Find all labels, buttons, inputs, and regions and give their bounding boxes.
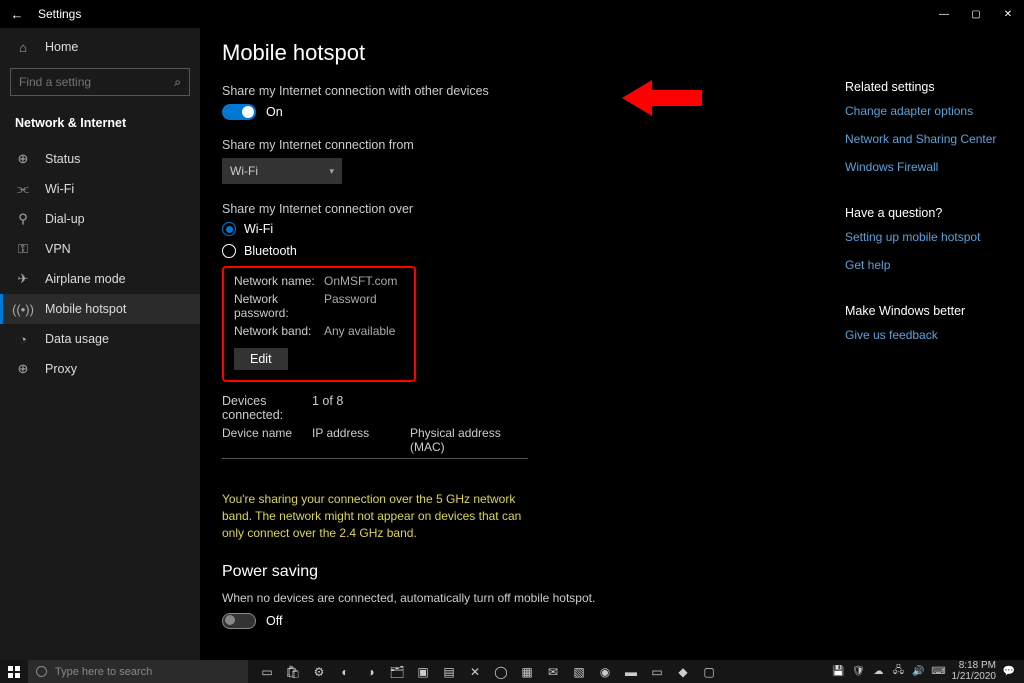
sidebar-item-vpn[interactable]: ⚿ VPN [0, 234, 200, 264]
link-firewall[interactable]: Windows Firewall [845, 160, 1000, 174]
tray-lang-icon[interactable]: ⌨ [932, 666, 946, 677]
related-settings-head: Related settings [845, 80, 1000, 94]
sidebar-item-datausage[interactable]: ◔ Data usage [0, 324, 200, 354]
tray-network-icon[interactable]: 🖧 [892, 663, 906, 680]
question-head: Have a question? [845, 206, 1000, 220]
hotspot-icon: ((•)) [15, 302, 31, 317]
settings-icon[interactable]: ⚙ [306, 660, 332, 683]
windows-icon [8, 666, 20, 678]
app4-icon[interactable]: ▢ [696, 660, 722, 683]
sidebar-item-hotspot[interactable]: ((•)) Mobile hotspot [0, 294, 200, 324]
dialup-icon: ⚲ [15, 211, 31, 227]
airplane-icon: ✈ [15, 271, 31, 287]
taskmgr-icon[interactable]: ▧ [566, 660, 592, 683]
taskview-icon[interactable]: ▭ [254, 660, 280, 683]
col-ip: IP address [312, 426, 410, 454]
edge-dev-icon[interactable]: ◑ [358, 660, 384, 683]
link-setup-hotspot[interactable]: Setting up mobile hotspot [845, 230, 1000, 244]
action-center-icon[interactable]: 💬 [1002, 666, 1016, 677]
android-icon[interactable]: ◉ [592, 660, 618, 683]
sidebar-item-dialup[interactable]: ⚲ Dial-up [0, 204, 200, 234]
sidebar-item-airplane[interactable]: ✈ Airplane mode [0, 264, 200, 294]
network-password-label: Network password: [234, 292, 324, 320]
power-saving-title: Power saving [222, 563, 1002, 581]
edge-icon[interactable]: ◐ [332, 660, 358, 683]
tray-volume-icon[interactable]: 🔊 [912, 666, 926, 677]
radio-wifi-input[interactable] [222, 222, 236, 236]
app3-icon[interactable]: ◆ [670, 660, 696, 683]
link-gethelp[interactable]: Get help [845, 258, 1000, 272]
taskbar: Type here to search ▭ 🛍 ⚙ ◐ ◑ 🗂 ▣ ▤ ✕ ◯ … [0, 660, 1024, 683]
share-from-select[interactable]: Wi-Fi ▾ [222, 158, 342, 184]
link-adapter[interactable]: Change adapter options [845, 104, 1000, 118]
tray-drive-icon[interactable]: 💾 [832, 666, 846, 677]
sidebar-home[interactable]: ⌂ Home [0, 32, 200, 62]
sidebar-search[interactable]: ⌕ [10, 68, 190, 96]
edit-button[interactable]: Edit [234, 348, 288, 370]
tray-shield-icon[interactable]: 🛡 [852, 666, 866, 677]
sidebar-item-status[interactable]: ⊕ Status [0, 144, 200, 174]
power-saving-state: Off [266, 614, 282, 628]
tray-onedrive-icon[interactable]: ☁ [872, 666, 886, 677]
sidebar-home-label: Home [45, 40, 78, 54]
network-password-value: Password [324, 292, 377, 320]
calc-icon[interactable]: ▦ [514, 660, 540, 683]
devices-table-header: Device name IP address Physical address … [222, 426, 528, 459]
share-toggle-state: On [266, 105, 283, 119]
search-icon [36, 666, 47, 677]
minimize-button[interactable]: — [928, 0, 960, 28]
network-name-value: OnMSFT.com [324, 274, 397, 288]
power-saving-desc: When no devices are connected, automatic… [222, 591, 1002, 605]
window-title: Settings [38, 7, 81, 21]
terminal-icon[interactable]: ▤ [436, 660, 462, 683]
sidebar-search-input[interactable] [19, 75, 174, 89]
radio-bt-input[interactable] [222, 244, 236, 258]
chevron-down-icon: ▾ [329, 166, 334, 177]
network-name-label: Network name: [234, 274, 324, 288]
store-icon[interactable]: 🛍 [280, 660, 306, 683]
power-saving-toggle[interactable] [222, 613, 256, 629]
main-content: Mobile hotspot Share my Internet connect… [200, 28, 1024, 660]
explorer-icon[interactable]: 🗂 [384, 660, 410, 683]
better-head: Make Windows better [845, 304, 1000, 318]
col-device: Device name [222, 426, 312, 454]
start-button[interactable] [0, 660, 28, 683]
sidebar-item-wifi[interactable]: ⫘ Wi-Fi [0, 174, 200, 204]
sidebar-item-proxy[interactable]: ⊕ Proxy [0, 354, 200, 384]
cortana-icon[interactable]: ◯ [488, 660, 514, 683]
page-title: Mobile hotspot [222, 40, 1002, 66]
network-band-value: Any available [324, 324, 395, 338]
search-icon: ⌕ [174, 75, 181, 90]
proxy-icon: ⊕ [15, 361, 31, 377]
col-mac: Physical address (MAC) [410, 426, 528, 454]
xbox-icon[interactable]: ✕ [462, 660, 488, 683]
right-panel: Related settings Change adapter options … [845, 80, 1000, 356]
devices-connected-label: Devices connected: [222, 394, 312, 422]
sidebar: ⌂ Home ⌕ Network & Internet ⊕ Status ⫘ W… [0, 28, 200, 660]
vpn-icon: ⚿ [15, 241, 31, 257]
taskbar-clock[interactable]: 8:18 PM 1/21/2020 [952, 661, 997, 682]
cmd-icon[interactable]: ▣ [410, 660, 436, 683]
mail-icon[interactable]: ✉ [540, 660, 566, 683]
link-sharing[interactable]: Network and Sharing Center [845, 132, 1000, 146]
share-toggle[interactable] [222, 104, 256, 120]
close-button[interactable]: ✕ [992, 0, 1024, 28]
app1-icon[interactable]: ▬ [618, 660, 644, 683]
status-icon: ⊕ [15, 151, 31, 167]
band-warning: You're sharing your connection over the … [222, 491, 534, 541]
network-details-highlight: Network name: OnMSFT.com Network passwor… [222, 266, 416, 382]
network-band-label: Network band: [234, 324, 324, 338]
app2-icon[interactable]: ▭ [644, 660, 670, 683]
datausage-icon: ◔ [15, 332, 31, 347]
link-feedback[interactable]: Give us feedback [845, 328, 1000, 342]
wifi-icon: ⫘ [15, 181, 31, 197]
home-icon: ⌂ [15, 40, 31, 55]
sidebar-category: Network & Internet [0, 108, 200, 138]
callout-arrow-icon [622, 78, 702, 118]
devices-connected-value: 1 of 8 [312, 394, 343, 422]
maximize-button[interactable]: ▢ [960, 0, 992, 28]
back-button[interactable]: ← [8, 7, 26, 22]
taskbar-search[interactable]: Type here to search [28, 660, 248, 683]
